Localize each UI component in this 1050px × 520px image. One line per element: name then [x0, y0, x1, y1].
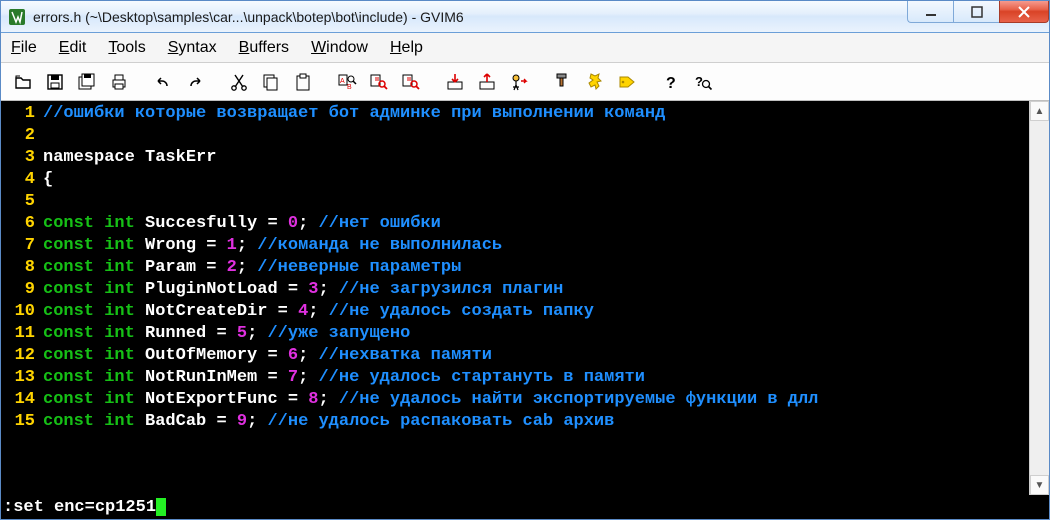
code-content[interactable]: const int BadCab = 9; //не удалось распа… — [43, 411, 1029, 433]
code-line: 11const int Runned = 5; //уже запущено — [1, 323, 1029, 345]
line-number: 4 — [1, 169, 43, 191]
line-number: 11 — [1, 323, 43, 345]
code-line: 12const int OutOfMemory = 6; //нехватка … — [1, 345, 1029, 367]
code-line: 8const int Param = 2; //неверные парамет… — [1, 257, 1029, 279]
menu-syntax[interactable]: Syntax — [168, 39, 217, 57]
menu-help[interactable]: Help — [390, 39, 423, 57]
undo-icon[interactable] — [149, 68, 177, 96]
line-number: 10 — [1, 301, 43, 323]
command-text: :set enc=cp1251 — [3, 498, 156, 517]
line-number: 14 — [1, 389, 43, 411]
window-buttons — [907, 1, 1049, 32]
save-all-icon[interactable] — [73, 68, 101, 96]
toolbar: AB?? — [1, 63, 1049, 101]
code-line: 5 — [1, 191, 1029, 213]
code-content[interactable] — [43, 191, 1029, 213]
code-line: 7const int Wrong = 1; //команда не выпол… — [1, 235, 1029, 257]
line-number: 12 — [1, 345, 43, 367]
titlebar[interactable]: errors.h (~\Desktop\samples\car...\unpac… — [1, 1, 1049, 33]
code-line: 9const int PluginNotLoad = 3; //не загру… — [1, 279, 1029, 301]
menu-window[interactable]: Window — [311, 39, 368, 57]
cursor — [156, 498, 166, 516]
code-content[interactable]: const int NotExportFunc = 8; //не удалос… — [43, 389, 1029, 411]
shell-icon[interactable] — [581, 68, 609, 96]
tags-icon[interactable] — [613, 68, 641, 96]
save-icon[interactable] — [41, 68, 69, 96]
code-content[interactable]: const int Runned = 5; //уже запущено — [43, 323, 1029, 345]
code-line: 2 — [1, 125, 1029, 147]
line-number: 13 — [1, 367, 43, 389]
line-number: 3 — [1, 147, 43, 169]
scroll-down-icon[interactable]: ▼ — [1030, 475, 1049, 495]
editor-area: 1//ошибки которые возвращает бот админке… — [1, 101, 1049, 495]
menu-edit[interactable]: Edit — [59, 39, 87, 57]
svg-text:B: B — [347, 84, 352, 91]
line-number: 1 — [1, 103, 43, 125]
code-line: 14const int NotExportFunc = 8; //не удал… — [1, 389, 1029, 411]
code-content[interactable] — [43, 125, 1029, 147]
line-number: 7 — [1, 235, 43, 257]
code-content[interactable]: const int Param = 2; //неверные параметр… — [43, 257, 1029, 279]
close-button[interactable] — [999, 1, 1049, 23]
paste-icon[interactable] — [289, 68, 317, 96]
code-content[interactable]: const int NotCreateDir = 4; //не удалось… — [43, 301, 1029, 323]
print-icon[interactable] — [105, 68, 133, 96]
svg-text:A: A — [340, 78, 345, 85]
make-icon[interactable] — [549, 68, 577, 96]
menubar: File Edit Tools Syntax Buffers Window He… — [1, 33, 1049, 63]
find-prev-icon[interactable] — [397, 68, 425, 96]
menu-tools[interactable]: Tools — [108, 39, 145, 57]
line-number: 9 — [1, 279, 43, 301]
svg-text:?: ? — [666, 75, 676, 92]
cut-icon[interactable] — [225, 68, 253, 96]
maximize-button[interactable] — [953, 1, 999, 23]
code-editor[interactable]: 1//ошибки которые возвращает бот админке… — [1, 101, 1029, 495]
code-content[interactable]: namespace TaskErr — [43, 147, 1029, 169]
code-line: 6const int Succesfully = 0; //нет ошибки — [1, 213, 1029, 235]
code-content[interactable]: const int OutOfMemory = 6; //нехватка па… — [43, 345, 1029, 367]
window-title: errors.h (~\Desktop\samples\car...\unpac… — [33, 9, 907, 25]
find-replace-icon[interactable]: AB — [333, 68, 361, 96]
redo-icon[interactable] — [181, 68, 209, 96]
app-window: errors.h (~\Desktop\samples\car...\unpac… — [0, 0, 1050, 520]
code-content[interactable]: { — [43, 169, 1029, 191]
code-line: 15const int BadCab = 9; //не удалось рас… — [1, 411, 1029, 433]
vertical-scrollbar[interactable]: ▲ ▼ — [1029, 101, 1049, 495]
menu-file[interactable]: File — [11, 39, 37, 57]
code-content[interactable]: const int NotRunInMem = 7; //не удалось … — [43, 367, 1029, 389]
scroll-up-icon[interactable]: ▲ — [1030, 101, 1049, 121]
session-load-icon[interactable] — [441, 68, 469, 96]
line-number: 2 — [1, 125, 43, 147]
svg-text:?: ? — [695, 74, 703, 89]
code-content[interactable]: //ошибки которые возвращает бот админке … — [43, 103, 1029, 125]
find-help-icon[interactable]: ? — [689, 68, 717, 96]
session-save-icon[interactable] — [473, 68, 501, 96]
copy-icon[interactable] — [257, 68, 285, 96]
code-line: 10const int NotCreateDir = 4; //не удало… — [1, 301, 1029, 323]
app-icon — [7, 7, 27, 27]
help-icon[interactable]: ? — [657, 68, 685, 96]
line-number: 15 — [1, 411, 43, 433]
code-line: 3namespace TaskErr — [1, 147, 1029, 169]
open-icon[interactable] — [9, 68, 37, 96]
run-script-icon[interactable] — [505, 68, 533, 96]
line-number: 6 — [1, 213, 43, 235]
minimize-button[interactable] — [907, 1, 953, 23]
code-content[interactable]: const int Succesfully = 0; //нет ошибки — [43, 213, 1029, 235]
code-line: 4{ — [1, 169, 1029, 191]
code-content[interactable]: const int PluginNotLoad = 3; //не загруз… — [43, 279, 1029, 301]
code-line: 1//ошибки которые возвращает бот админке… — [1, 103, 1029, 125]
line-number: 5 — [1, 191, 43, 213]
code-content[interactable]: const int Wrong = 1; //команда не выполн… — [43, 235, 1029, 257]
scroll-track[interactable] — [1030, 121, 1049, 475]
menu-buffers[interactable]: Buffers — [239, 39, 289, 57]
find-next-icon[interactable] — [365, 68, 393, 96]
line-number: 8 — [1, 257, 43, 279]
command-line[interactable]: :set enc=cp1251 — [1, 495, 1049, 519]
code-line: 13const int NotRunInMem = 7; //не удалос… — [1, 367, 1029, 389]
